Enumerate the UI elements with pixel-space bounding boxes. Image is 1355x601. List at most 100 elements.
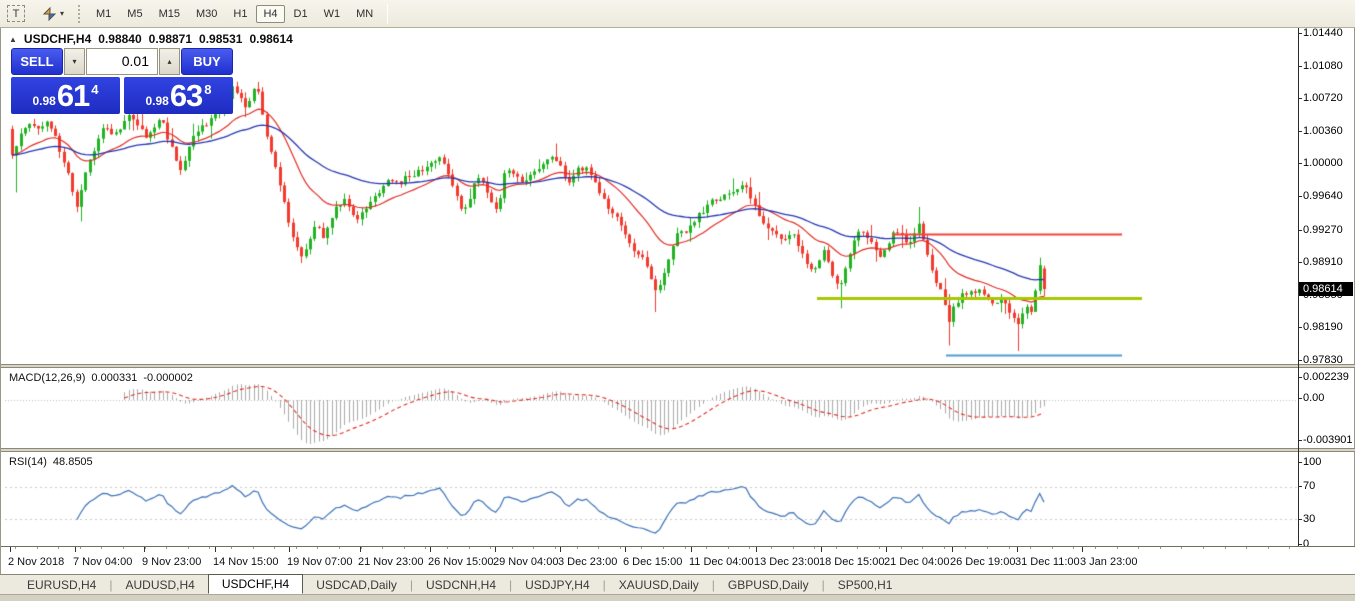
toolbar-grip[interactable] [78, 5, 82, 23]
timeframe-button-M5[interactable]: M5 [120, 5, 149, 23]
text-tool-button[interactable]: T [4, 3, 28, 24]
macd-value-2: -0.000002 [143, 372, 193, 384]
axis-tick-mark [1298, 66, 1302, 67]
date-minor-tick [814, 547, 815, 549]
buy-button[interactable]: BUY [181, 48, 233, 75]
date-minor-tick [58, 547, 59, 549]
date-minor-tick [749, 547, 750, 549]
axis-tick-mark [1298, 196, 1302, 197]
axis-tick-mark [1298, 163, 1302, 164]
date-label: 21 Nov 23:00 [358, 556, 423, 568]
panel-splitter[interactable] [1, 448, 1355, 452]
buy-quote-box[interactable]: 0.98 63 8 [124, 77, 233, 114]
chart-symbol-label: USDCHF,H4 [24, 32, 91, 46]
text-tool-icon: T [7, 5, 25, 22]
date-minor-tick [296, 547, 297, 549]
timeframe-button-D1[interactable]: D1 [287, 5, 315, 23]
date-minor-tick [1203, 547, 1204, 549]
date-minor-tick [382, 547, 383, 549]
tab-bar-bottom-strip [0, 594, 1355, 601]
date-minor-tick [188, 547, 189, 549]
rsi-label: RSI(14) [9, 456, 47, 468]
date-label: 6 Dec 15:00 [623, 556, 682, 568]
date-minor-tick [641, 547, 642, 549]
date-label: 9 Nov 23:00 [142, 556, 201, 568]
arrange-arrows-icon [42, 6, 57, 21]
macd-header: MACD(12,26,9) 0.000331 -0.000002 [9, 372, 193, 384]
chart-tab-usdcad-daily[interactable]: USDCAD,Daily [303, 576, 410, 594]
date-minor-tick [425, 547, 426, 549]
date-minor-tick [469, 547, 470, 549]
timeframe-button-M30[interactable]: M30 [189, 5, 224, 23]
date-label: 13 Dec 23:00 [754, 556, 819, 568]
volume-increase-button[interactable]: ▴ [159, 48, 180, 75]
date-major-tick [625, 547, 626, 552]
date-minor-tick [274, 547, 275, 549]
rsi-tick-label: 100 [1303, 456, 1321, 468]
chart-tab-gbpusd-daily[interactable]: GBPUSD,Daily [715, 576, 822, 594]
date-minor-tick [80, 547, 81, 549]
chart-tab-sp500-h1[interactable]: SP500,H1 [825, 576, 906, 594]
date-major-tick [10, 547, 11, 552]
macd-canvas[interactable] [5, 368, 1298, 448]
chart-tab-eurusd-h4[interactable]: EURUSD,H4 [14, 576, 109, 594]
dropdown-caret-icon: ▾ [60, 9, 64, 18]
chart-tab-usdcnh-h4[interactable]: USDCNH,H4 [413, 576, 509, 594]
timeframe-button-W1[interactable]: W1 [317, 5, 348, 23]
date-minor-tick [317, 547, 318, 549]
date-minor-tick [555, 547, 556, 549]
price-tick-label: 1.01080 [1303, 60, 1343, 72]
chart-tab-audusd-h4[interactable]: AUDUSD,H4 [112, 576, 207, 594]
date-minor-tick [1095, 547, 1096, 549]
price-tick-label: 0.99270 [1303, 224, 1343, 236]
volume-input[interactable]: 0.01 [86, 48, 158, 75]
volume-decrease-button[interactable]: ▾ [64, 48, 85, 75]
date-label: 7 Nov 04:00 [73, 556, 132, 568]
price-tick-label: 1.00360 [1303, 125, 1343, 137]
date-minor-tick [1181, 547, 1182, 549]
timeframe-button-MN[interactable]: MN [349, 5, 380, 23]
date-axis[interactable]: 2 Nov 20187 Nov 04:009 Nov 23:0014 Nov 1… [1, 546, 1355, 574]
chart-tab-usdjpy-h4[interactable]: USDJPY,H4 [512, 576, 602, 594]
rsi-canvas[interactable] [5, 452, 1298, 546]
buy-price-big: 63 [170, 81, 202, 111]
date-minor-tick [728, 547, 729, 549]
sell-price-prefix: 0.98 [32, 94, 55, 108]
collapse-panel-icon[interactable]: ▲ [9, 35, 17, 44]
date-label: 11 Dec 04:00 [689, 556, 754, 568]
date-label: 19 Nov 07:00 [287, 556, 352, 568]
date-major-tick [691, 547, 692, 552]
date-minor-tick [1117, 547, 1118, 549]
axis-tick-mark [1298, 519, 1302, 520]
chart-tab-xauusd-daily[interactable]: XAUUSD,Daily [606, 576, 712, 594]
price-tick-label: 1.01440 [1303, 27, 1343, 39]
timeframe-button-H1[interactable]: H1 [226, 5, 254, 23]
axis-tick-mark [1298, 33, 1302, 34]
arrange-charts-button[interactable]: ▾ [36, 3, 70, 24]
date-minor-tick [1268, 547, 1269, 549]
macd-tick-label: 0.002239 [1303, 371, 1349, 383]
timeframe-button-M15[interactable]: M15 [152, 5, 187, 23]
date-minor-tick [37, 547, 38, 549]
price-tick-label: 0.97830 [1303, 354, 1343, 366]
date-major-tick [1082, 547, 1083, 552]
chart-tab-usdchf-h4[interactable]: USDCHF,H4 [208, 574, 303, 594]
date-major-tick [360, 547, 361, 552]
date-minor-tick [901, 547, 902, 549]
date-minor-tick [663, 547, 664, 549]
macd-label: MACD(12,26,9) [9, 372, 85, 384]
date-minor-tick [447, 547, 448, 549]
current-price-box: 0.98614 [1299, 282, 1353, 296]
date-label: 2 Nov 2018 [8, 556, 64, 568]
timeframe-button-H4[interactable]: H4 [256, 5, 284, 23]
timeframe-group: M1M5M15M30H1H4D1W1MN [88, 0, 381, 28]
date-minor-tick [577, 547, 578, 549]
axis-tick-mark [1298, 486, 1302, 487]
date-minor-tick [706, 547, 707, 549]
panel-splitter[interactable] [1, 364, 1355, 368]
sell-button[interactable]: SELL [11, 48, 63, 75]
timeframe-button-M1[interactable]: M1 [89, 5, 118, 23]
rsi-header: RSI(14) 48.8505 [9, 456, 93, 468]
date-minor-tick [1289, 547, 1290, 549]
sell-quote-box[interactable]: 0.98 61 4 [11, 77, 120, 114]
